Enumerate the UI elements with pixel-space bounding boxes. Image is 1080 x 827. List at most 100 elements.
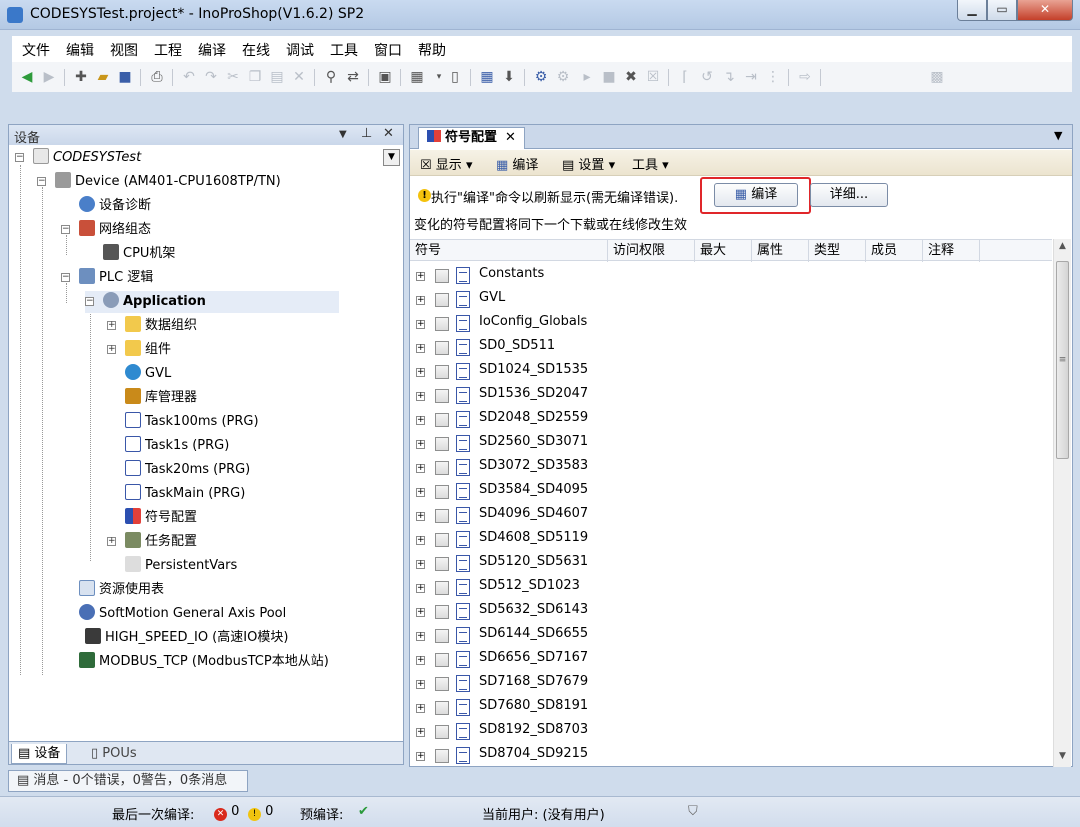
editor-compile-menu[interactable]: ▦ 编译 [496, 154, 538, 173]
vertical-scrollbar[interactable]: ▲ ≡ ▼ [1053, 239, 1071, 767]
new-file-icon[interactable]: ✚ [72, 68, 90, 86]
stop-icon[interactable]: ■ [600, 68, 618, 86]
tree-node-diagnose[interactable]: 设备诊断 [79, 195, 151, 217]
col-comment[interactable]: 注释 [923, 240, 980, 262]
menu-window[interactable]: 窗口 [374, 40, 402, 60]
expand-icon[interactable]: + [416, 728, 425, 737]
save-icon[interactable]: ■ [116, 68, 134, 86]
table-row[interactable]: + SD8192_SD8703 [410, 721, 1052, 745]
symbol-checkbox[interactable] [435, 581, 449, 595]
minimize-button[interactable]: ▁ [957, 0, 987, 21]
table-row[interactable]: + SD2048_SD2559 [410, 409, 1052, 433]
display-menu[interactable]: ☒ 显示 ▾ [420, 154, 472, 173]
tree-node-cpu-rack[interactable]: CPU机架 [103, 243, 175, 265]
menu-project[interactable]: 工程 [154, 40, 182, 60]
find-icon[interactable]: ⚲ [322, 68, 340, 86]
redo-icon[interactable]: ↷ [202, 68, 220, 86]
breakpoint-icon[interactable]: ⌈ [676, 68, 694, 86]
expand-icon[interactable]: + [416, 272, 425, 281]
tree-dropdown-button[interactable]: ▼ [383, 149, 400, 166]
tree-node-application[interactable]: − Application [85, 291, 339, 313]
table-row[interactable]: + SD1536_SD2047 [410, 385, 1052, 409]
expand-icon[interactable]: + [416, 608, 425, 617]
tab-pous[interactable]: ▯ POUs [85, 744, 143, 764]
table-row[interactable]: + SD1024_SD1535 [410, 361, 1052, 385]
tree-node-modbus-tcp[interactable]: MODBUS_TCP (ModbusTCP本地从站) [79, 651, 329, 673]
expand-icon[interactable]: + [416, 464, 425, 473]
table-row[interactable]: + Constants [410, 265, 1052, 289]
delete-icon[interactable]: ✕ [290, 68, 308, 86]
expand-icon[interactable]: + [416, 536, 425, 545]
expand-icon[interactable]: + [416, 584, 425, 593]
shield-icon[interactable]: ⛉ [688, 804, 698, 819]
symbol-checkbox[interactable] [435, 389, 449, 403]
table-row[interactable]: + SD5120_SD5631 [410, 553, 1052, 577]
expand-icon[interactable]: + [416, 296, 425, 305]
copy-icon[interactable]: ❐ [246, 68, 264, 86]
expand-icon[interactable]: + [416, 368, 425, 377]
expand-icon[interactable]: + [416, 656, 425, 665]
symbol-checkbox[interactable] [435, 509, 449, 523]
menu-file[interactable]: 文件 [22, 40, 50, 60]
table-row[interactable]: + SD0_SD511 [410, 337, 1052, 361]
tab-close-icon[interactable]: ✕ [505, 130, 516, 145]
symbol-checkbox[interactable] [435, 533, 449, 547]
forward-icon[interactable]: ▶ [40, 68, 58, 86]
write-values-icon[interactable]: ☒ [644, 68, 662, 86]
add-object-icon[interactable]: ▦ [408, 68, 426, 86]
properties-icon[interactable]: ▯ [446, 68, 464, 86]
table-row[interactable]: + SD7168_SD7679 [410, 673, 1052, 697]
menu-debug[interactable]: 调试 [286, 40, 314, 60]
menu-edit[interactable]: 编辑 [66, 40, 94, 60]
open-folder-icon[interactable]: ▰ [94, 68, 112, 86]
expand-icon[interactable]: + [416, 704, 425, 713]
tree-node-axis-pool[interactable]: SoftMotion General Axis Pool [79, 603, 286, 625]
symbol-checkbox[interactable] [435, 749, 449, 763]
close-button[interactable]: ✕ [1017, 0, 1073, 21]
expand-icon[interactable]: + [416, 680, 425, 689]
table-row[interactable]: + SD2560_SD3071 [410, 433, 1052, 457]
expand-icon[interactable]: + [416, 560, 425, 569]
symbol-checkbox[interactable] [435, 461, 449, 475]
table-row[interactable]: + SD3584_SD4095 [410, 481, 1052, 505]
symbol-checkbox[interactable] [435, 701, 449, 715]
symbol-checkbox[interactable] [435, 629, 449, 643]
table-row[interactable]: + SD6656_SD7167 [410, 649, 1052, 673]
table-row[interactable]: + SD3072_SD3583 [410, 457, 1052, 481]
table-row[interactable]: + IoConfig_Globals [410, 313, 1052, 337]
undo-icon[interactable]: ↶ [180, 68, 198, 86]
compile-button[interactable]: ▦ 编译 [714, 183, 798, 207]
col-attribute[interactable]: 属性 [752, 240, 809, 262]
symbol-checkbox[interactable] [435, 653, 449, 667]
col-max[interactable]: 最大 [695, 240, 752, 262]
step-into-icon[interactable]: ↴ [720, 68, 738, 86]
expand-icon[interactable]: + [416, 416, 425, 425]
scrollbar-thumb[interactable]: ≡ [1056, 261, 1069, 459]
tree-node-high-speed-io[interactable]: HIGH_SPEED_IO (高速IO模块) [85, 627, 288, 649]
logout-icon[interactable]: ⚙ [554, 68, 572, 86]
symbol-checkbox[interactable] [435, 485, 449, 499]
symbol-checkbox[interactable] [435, 317, 449, 331]
table-row[interactable]: + SD4608_SD5119 [410, 529, 1052, 553]
symbol-checkbox[interactable] [435, 677, 449, 691]
expand-icon[interactable]: + [416, 752, 425, 761]
tab-symbol-config[interactable]: 符号配置 ✕ [418, 127, 525, 149]
reset-icon[interactable]: ✖ [622, 68, 640, 86]
col-access[interactable]: 访问权限 [608, 240, 695, 262]
messages-tab[interactable]: ▤ 消息 - 0个错误，0警告，0条消息 [8, 770, 248, 792]
expand-icon[interactable]: + [416, 488, 425, 497]
tab-devices[interactable]: ▤ 设备 [11, 744, 68, 764]
menu-online[interactable]: 在线 [242, 40, 270, 60]
print-icon[interactable]: ⎙ [148, 68, 166, 86]
tree-node-symbol-config[interactable]: 符号配置 [125, 507, 197, 529]
symbol-checkbox[interactable] [435, 341, 449, 355]
scroll-up-icon[interactable]: ▲ [1054, 241, 1071, 255]
table-row[interactable]: + SD5632_SD6143 [410, 601, 1052, 625]
editor-tabs-dropdown-icon[interactable]: ▼ [1054, 129, 1062, 142]
build-icon[interactable]: ▦ [478, 68, 496, 86]
table-row[interactable]: + GVL [410, 289, 1052, 313]
table-row[interactable]: + SD8704_SD9215 [410, 745, 1052, 767]
table-row[interactable]: + SD6144_SD6655 [410, 625, 1052, 649]
col-type[interactable]: 类型 [809, 240, 866, 262]
tree-node-task20ms[interactable]: Task20ms (PRG) [125, 459, 250, 481]
